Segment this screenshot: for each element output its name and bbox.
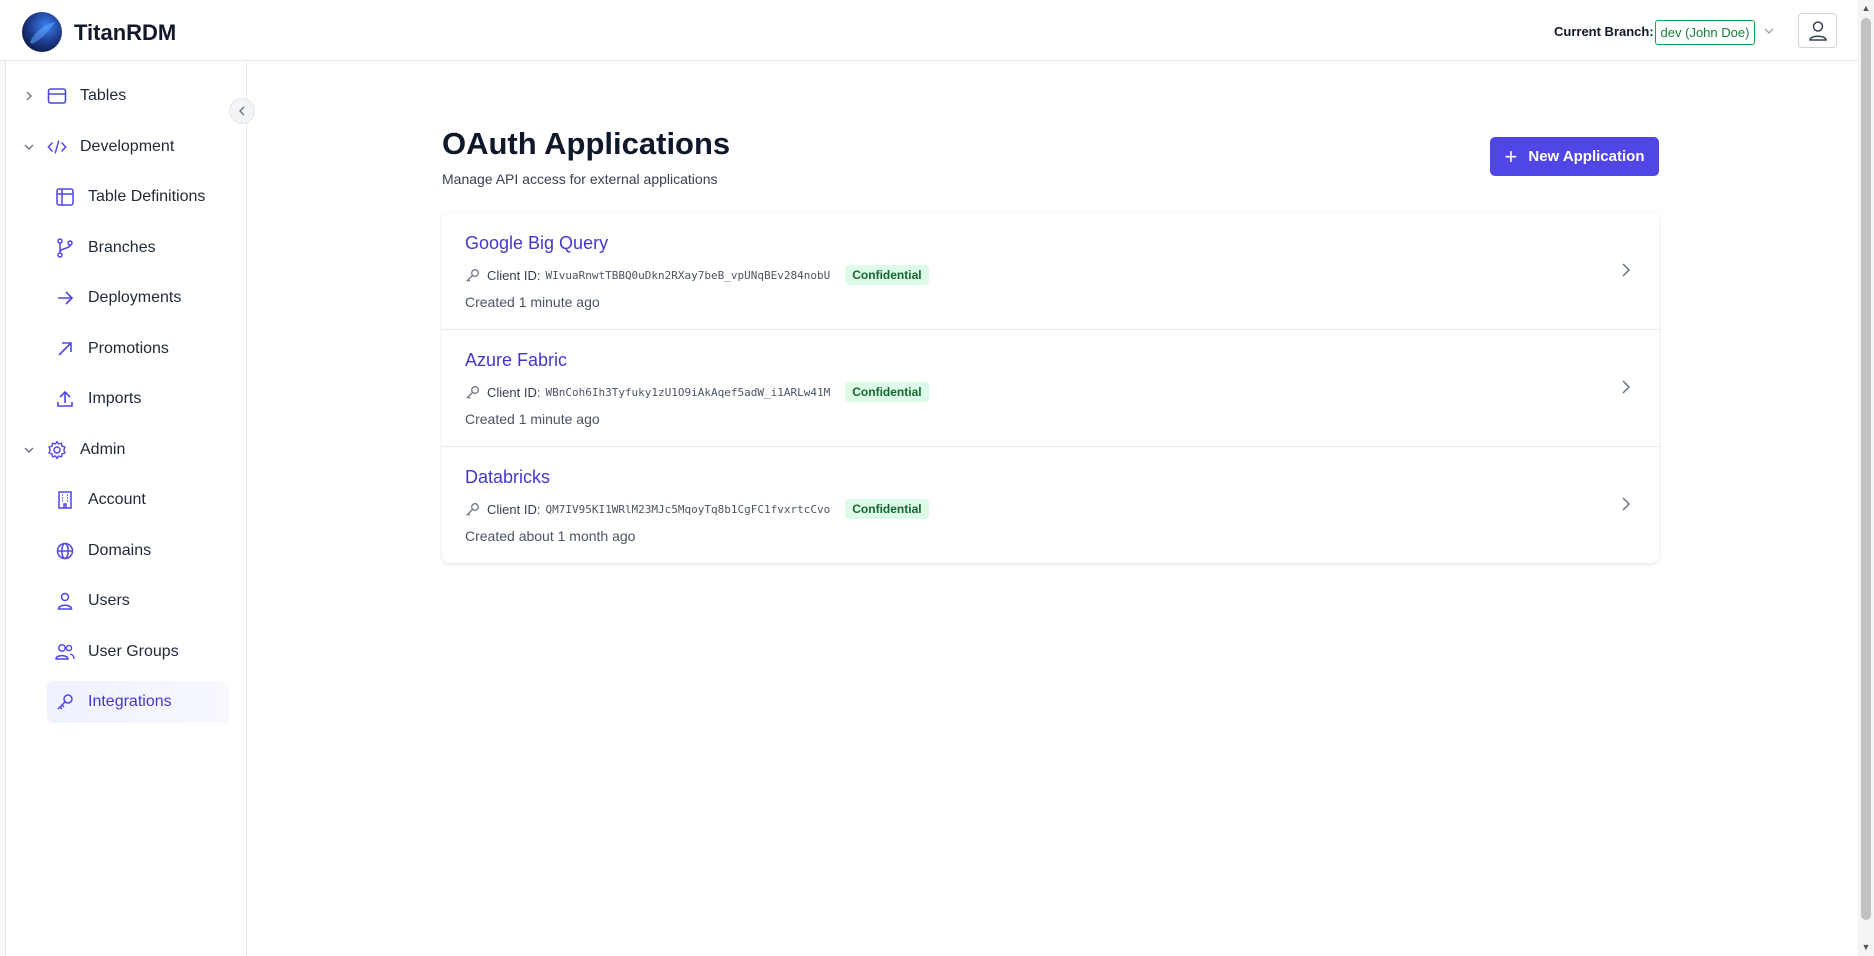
sidebar-item-label: Imports [88,390,142,407]
user-icon [55,591,75,611]
sidebar-item-admin[interactable]: Admin [24,429,126,471]
sidebar-item-label: Deployments [88,289,182,306]
chevron-down-icon[interactable] [1762,24,1776,38]
titanrdm-logo-icon[interactable] [22,12,62,52]
client-id-label: Client ID: [487,501,541,517]
key-icon [466,385,479,399]
sidebar-item-label: Promotions [88,340,169,357]
chevron-down-icon[interactable] [23,141,35,153]
confidential-badge: Confidential [845,382,929,402]
upload-icon [55,389,75,409]
new-application-button[interactable]: + New Application [1490,137,1659,176]
key-icon [55,692,75,712]
user-menu-button[interactable] [1798,13,1837,48]
created-timestamp: Created 1 minute ago [465,411,600,427]
application-name[interactable]: Google Big Query [465,233,608,254]
branch-selector[interactable]: dev (John Doe) [1655,20,1755,45]
chevron-left-icon [239,106,245,116]
client-id-line: Client ID: WIvuaRnwtTBBQ0uDkn2RXay7beB_v… [465,265,929,285]
new-application-label: New Application [1528,148,1645,165]
plus-icon: + [1504,143,1518,169]
sidebar-item-branches[interactable]: Branches [55,227,156,269]
confidential-badge: Confidential [845,499,929,519]
created-timestamp: Created 1 minute ago [465,294,600,310]
sidebar-item-label: User Groups [88,643,179,660]
sidebar-item-domains[interactable]: Domains [55,530,151,572]
sidebar-item-table-definitions[interactable]: Table Definitions [55,176,205,218]
sidebar-item-label: Development [80,138,175,155]
chevron-right-icon[interactable] [23,90,35,102]
client-id-label: Client ID: [487,267,541,283]
arrow-up-right-icon [55,339,75,359]
sidebar-item-label: Account [88,491,146,508]
application-row[interactable]: Azure Fabric Client ID: WBnCoh6Ih3Tyfuky… [442,330,1659,447]
users-icon [55,642,75,662]
page-subtitle: Manage API access for external applicati… [442,171,718,187]
created-timestamp: Created about 1 month ago [465,528,636,544]
client-id-label: Client ID: [487,384,541,400]
sidebar-item-user-groups[interactable]: User Groups [55,631,179,673]
client-id-value: QM7IV95KI1WRlM23MJc5MqoyTq8b1CgFC1fvxrtc… [545,502,831,516]
scroll-up-arrow-icon[interactable]: ▲ [1861,3,1871,13]
code-icon [47,137,67,157]
chevron-right-icon[interactable] [1617,495,1635,513]
arrow-right-icon [55,288,75,308]
application-row[interactable]: Databricks Client ID: QM7IV95KI1WRlM23MJ… [442,447,1659,564]
chevron-right-icon[interactable] [1617,261,1635,279]
sidebar-item-imports[interactable]: Imports [55,378,141,420]
sidebar-item-label: Integrations [88,693,172,710]
gear-icon [47,440,67,460]
app-name: TitanRDM [74,20,177,45]
key-icon [466,268,479,282]
branch-label: Current Branch: [1554,24,1654,39]
key-icon [466,502,479,516]
application-name[interactable]: Databricks [465,467,550,488]
building-icon [55,490,75,510]
client-id-value: WBnCoh6Ih3Tyfuky1zU1O9iAkAqef5adW_i1ARLw… [545,385,831,399]
sidebar-item-label: Users [88,592,130,609]
client-id-value: WIvuaRnwtTBBQ0uDkn2RXay7beB_vpUNqBEv284n… [545,268,831,282]
sidebar-item-label: Tables [80,87,127,104]
table-definitions-icon [55,187,75,207]
chevron-down-icon[interactable] [23,444,35,456]
git-branch-icon [55,238,75,258]
sidebar-item-label: Table Definitions [88,188,206,205]
user-icon [1808,20,1827,41]
table-icon [47,86,67,106]
globe-icon [55,541,75,561]
collapse-sidebar-button[interactable] [229,98,255,124]
sidebar-item-account[interactable]: Account [55,479,146,521]
application-list: Google Big Query Client ID: WIvuaRnwtTBB… [442,213,1659,563]
client-id-line: Client ID: QM7IV95KI1WRlM23MJc5MqoyTq8b1… [465,499,929,519]
sidebar-item-label: Admin [80,441,126,458]
page-title: OAuth Applications [442,126,731,161]
sidebar-item-integrations[interactable]: Integrations [47,681,229,723]
sidebar-item-promotions[interactable]: Promotions [55,328,169,370]
sidebar-item-tables[interactable]: Tables [26,75,127,117]
scroll-down-arrow-icon[interactable]: ▼ [1861,942,1871,952]
sidebar-item-users[interactable]: Users [55,580,130,622]
application-name[interactable]: Azure Fabric [465,350,567,371]
confidential-badge: Confidential [845,265,929,285]
application-row[interactable]: Google Big Query Client ID: WIvuaRnwtTBB… [442,213,1659,330]
left-edge [0,61,6,956]
chevron-right-icon[interactable] [1617,378,1635,396]
sidebar-item-label: Domains [88,542,152,559]
top-bar: TitanRDM Current Branch: dev (John Doe) [0,0,1874,61]
scrollbar-thumb[interactable] [1861,18,1871,920]
client-id-line: Client ID: WBnCoh6Ih3Tyfuky1zU1O9iAkAqef… [465,382,929,402]
sidebar-item-label: Branches [88,239,156,256]
sidebar-item-development[interactable]: Development [24,126,175,168]
sidebar-item-deployments[interactable]: Deployments [55,277,181,319]
